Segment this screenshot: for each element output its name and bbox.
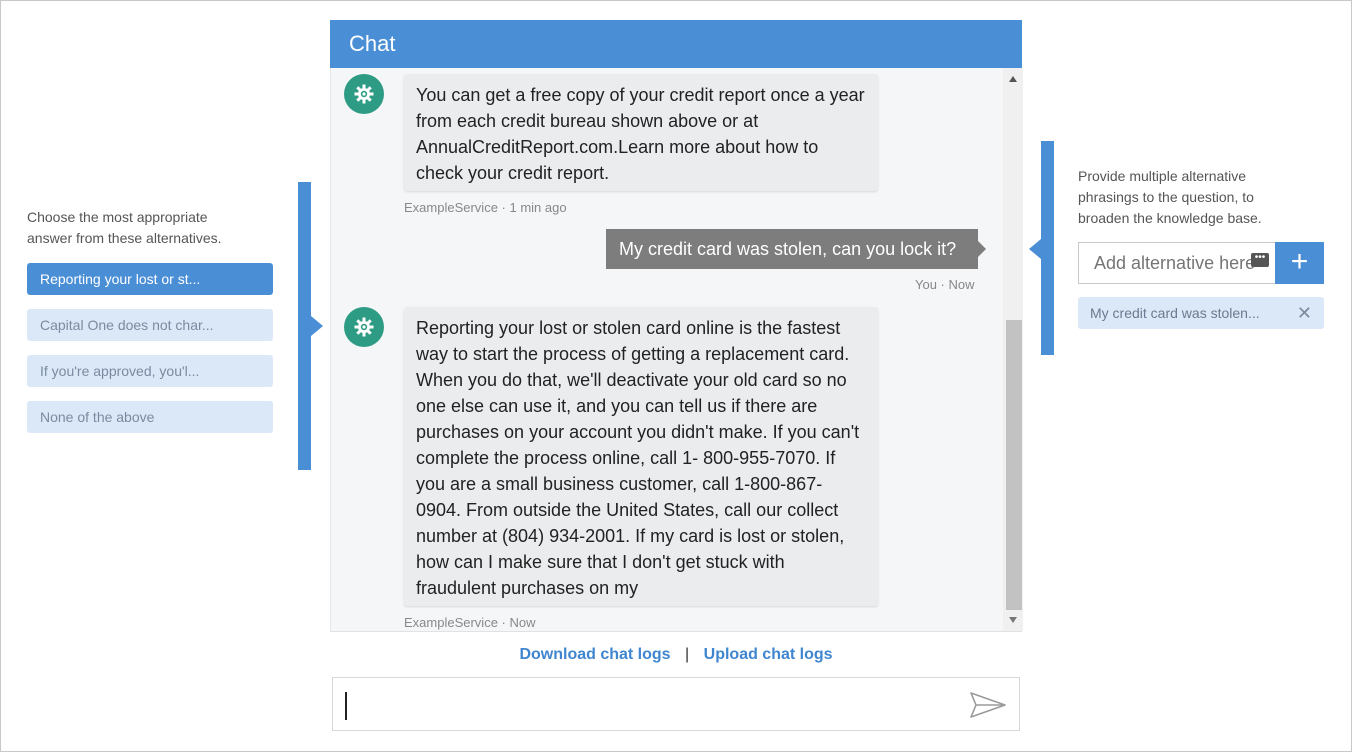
add-alternative-input[interactable] [1078,242,1275,284]
answer-choice-3[interactable]: If you're approved, you'l... [27,355,273,387]
close-icon[interactable]: ✕ [1297,297,1312,329]
alternative-phrasings-panel: Provide multiple alternative phrasings t… [1078,166,1328,329]
bot-message-text: You can get a free copy of your credit r… [416,85,865,183]
bot-message-bubble: Reporting your lost or stolen card onlin… [404,307,878,606]
right-callout-arrow [1029,239,1041,259]
chat-input-box [332,677,1020,731]
right-callout-bar [1041,141,1054,355]
scroll-thumb[interactable] [1006,320,1022,610]
bot-message-bubble: You can get a free copy of your credit r… [404,74,878,191]
answer-choice-none[interactable]: None of the above [27,401,273,433]
scroll-up-arrow-icon[interactable] [1009,76,1017,82]
plus-icon: + [1290,245,1309,278]
alternative-phrasings-instruction: Provide multiple alternative phrasings t… [1078,168,1262,226]
download-chat-logs-link[interactable]: Download chat logs [519,646,670,663]
bot-message-meta: ExampleService · Now [404,615,536,630]
chat-header: Chat [330,20,1022,68]
chat-transcript[interactable]: You can get a free copy of your credit r… [330,68,1023,631]
left-callout-bar [298,182,311,470]
upload-chat-logs-link[interactable]: Upload chat logs [704,646,833,663]
add-alternative-row: ••• + [1078,242,1328,284]
more-options-icon[interactable]: ••• [1251,253,1269,267]
user-bubble-tip [978,241,986,257]
scroll-down-arrow-icon[interactable] [1009,617,1017,623]
bot-message-text: Reporting your lost or stolen card onlin… [416,318,860,598]
answer-choice-2[interactable]: Capital One does not char... [27,309,273,341]
answer-choices-instruction: Choose the most appropriate answer from … [27,209,222,246]
user-message-text: My credit card was stolen, can you lock … [619,239,957,259]
send-icon[interactable] [969,691,1007,719]
alternative-chip: My credit card was stolen... ✕ [1078,297,1324,329]
chat-title: Chat [349,31,396,56]
left-callout-arrow [311,316,323,336]
add-alternative-button[interactable]: + [1275,242,1324,284]
bot-message-meta: ExampleService · 1 min ago [404,200,567,215]
chat-scrollbar[interactable] [1003,68,1023,631]
gear-icon [354,317,374,337]
chat-message-input[interactable] [345,692,953,720]
user-message-bubble: My credit card was stolen, can you lock … [606,229,978,269]
answer-choices-panel: Choose the most appropriate answer from … [27,207,277,447]
bot-avatar [344,74,384,114]
alternative-chip-label: My credit card was stolen... [1090,305,1260,321]
chat-window: Chat You can get a free copy of your cre… [330,20,1023,732]
chat-log-links: Download chat logs | Upload chat logs [330,631,1022,678]
links-separator: | [685,646,690,663]
user-message-meta: You · Now [915,277,975,292]
bot-avatar [344,307,384,347]
gear-icon [354,84,374,104]
answer-choice-1[interactable]: Reporting your lost or st... [27,263,273,295]
